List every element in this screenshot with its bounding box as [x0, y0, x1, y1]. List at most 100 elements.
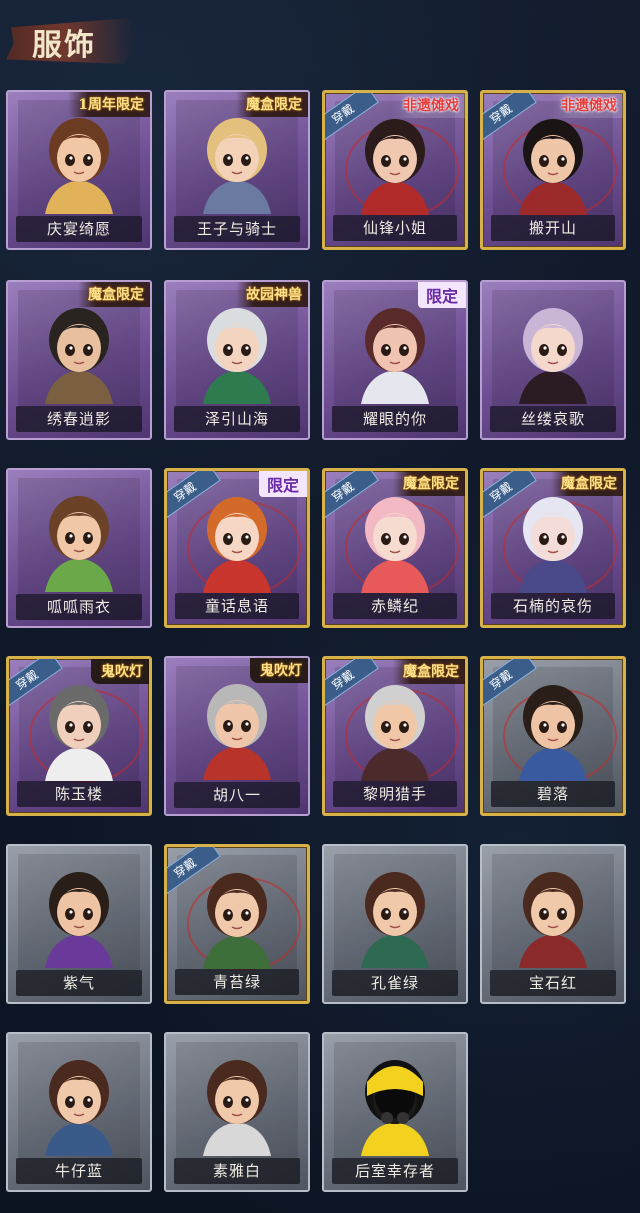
- eye-right: [557, 908, 567, 920]
- outfit-card[interactable]: 后室幸存者: [322, 1032, 468, 1192]
- outfit-card[interactable]: 穿戴 青苔绿: [164, 844, 310, 1004]
- eye-highlight-right: [561, 157, 565, 161]
- outfit-body-shape: [361, 747, 429, 781]
- eye-highlight-right: [403, 723, 407, 727]
- mask-filter-left: [381, 1112, 393, 1124]
- outfit-card[interactable]: 魔盒限定 穿戴 赤鳞纪: [322, 468, 468, 628]
- outfit-card[interactable]: 限定 耀眼的你: [322, 280, 468, 440]
- outfit-body-shape: [519, 181, 587, 215]
- outfit-body-shape: [45, 370, 113, 404]
- eye-left: [65, 532, 75, 544]
- limited-tag-badge: 限定: [258, 471, 307, 497]
- eye-highlight-left: [543, 910, 547, 914]
- character-portrait: [189, 300, 285, 404]
- outfit-card[interactable]: 故园神兽 泽引山海: [164, 280, 310, 440]
- outfit-name-label: 丝缕哀歌: [490, 406, 616, 432]
- outfit-card[interactable]: 魔盒限定 王子与骑士: [164, 90, 310, 250]
- eye-left: [65, 344, 75, 356]
- face-shape: [373, 324, 417, 372]
- outfit-body-shape: [45, 558, 113, 592]
- outfit-card[interactable]: 非遗傩戏 穿戴 搬开山: [480, 90, 626, 250]
- eye-left: [381, 344, 391, 356]
- limited-tag-badge: 魔盒限定: [393, 659, 465, 684]
- outfit-body-shape: [45, 934, 113, 968]
- face-shape: [215, 324, 259, 372]
- face-shape: [215, 889, 259, 937]
- face-shape: [373, 135, 417, 183]
- limited-tag-badge: 魔盒限定: [551, 471, 623, 496]
- eye-right: [241, 154, 251, 166]
- mask-filter-right: [397, 1112, 409, 1124]
- outfit-card[interactable]: 丝缕哀歌: [480, 280, 626, 440]
- outfit-card[interactable]: 魔盒限定 穿戴 黎明猎手: [322, 656, 468, 816]
- outfit-card[interactable]: 非遗傩戏 穿戴 仙锋小姐: [322, 90, 468, 250]
- outfit-card[interactable]: 孔雀绿: [322, 844, 468, 1004]
- face-shape: [531, 324, 575, 372]
- outfit-name-label: 呱呱雨衣: [16, 594, 142, 620]
- outfit-name-label: 紫气: [16, 970, 142, 996]
- outfit-card[interactable]: 紫气: [6, 844, 152, 1004]
- outfit-name-label: 宝石红: [490, 970, 616, 996]
- outfit-card[interactable]: 1周年限定 庆宴绮愿: [6, 90, 152, 250]
- limited-tag-badge: 非遗傩戏: [393, 93, 465, 118]
- face-shape: [373, 888, 417, 936]
- eye-right: [557, 721, 567, 733]
- character-portrait: [347, 489, 443, 593]
- outfit-card[interactable]: 穿戴 碧落: [480, 656, 626, 816]
- outfit-card[interactable]: 鬼吹灯 穿戴 陈玉楼: [6, 656, 152, 816]
- eye-highlight-right: [87, 1098, 91, 1102]
- outfit-body-shape: [203, 370, 271, 404]
- eye-highlight-right: [245, 911, 249, 915]
- character-portrait: [31, 300, 127, 404]
- eye-highlight-right: [403, 157, 407, 161]
- eye-highlight-right: [87, 346, 91, 350]
- eye-right: [241, 1096, 251, 1108]
- eye-left: [539, 155, 549, 167]
- outfit-body-shape: [361, 934, 429, 968]
- eye-right: [557, 533, 567, 545]
- outfit-name-label: 胡八一: [174, 782, 300, 808]
- outfit-card[interactable]: 素雅白: [164, 1032, 310, 1192]
- character-portrait: [31, 864, 127, 968]
- eye-right: [83, 908, 93, 920]
- eye-right: [83, 154, 93, 166]
- eye-highlight-right: [245, 535, 249, 539]
- eye-left: [539, 721, 549, 733]
- eye-right: [399, 344, 409, 356]
- eye-highlight-right: [403, 346, 407, 350]
- outfit-body-shape: [203, 935, 271, 969]
- outfit-name-label: 后室幸存者: [332, 1158, 458, 1184]
- eye-right: [241, 909, 251, 921]
- character-portrait: [347, 111, 443, 215]
- outfit-body-shape: [519, 747, 587, 781]
- eye-highlight-left: [69, 1098, 73, 1102]
- outfit-body-shape: [45, 180, 113, 214]
- face-shape: [215, 134, 259, 182]
- limited-tag-badge: 鬼吹灯: [91, 659, 149, 684]
- character-portrait: [505, 864, 601, 968]
- face-shape: [531, 701, 575, 749]
- eye-left: [223, 344, 233, 356]
- outfit-body-shape: [203, 559, 271, 593]
- outfit-card[interactable]: 呱呱雨衣: [6, 468, 152, 628]
- outfit-card[interactable]: 限定 穿戴 童话息语: [164, 468, 310, 628]
- face-shape: [57, 701, 101, 749]
- outfit-card[interactable]: 魔盒限定 穿戴 石楠的哀伤: [480, 468, 626, 628]
- header: 服饰: [0, 0, 640, 80]
- outfit-card[interactable]: 鬼吹灯 胡八一: [164, 656, 310, 816]
- eye-highlight-right: [245, 156, 249, 160]
- outfit-card[interactable]: 牛仔蓝: [6, 1032, 152, 1192]
- eye-highlight-left: [543, 535, 547, 539]
- character-portrait: [347, 1052, 443, 1156]
- eye-highlight-right: [561, 910, 565, 914]
- outfit-card[interactable]: 宝石红: [480, 844, 626, 1004]
- eye-highlight-left: [543, 346, 547, 350]
- eye-highlight-left: [69, 534, 73, 538]
- character-portrait: [505, 111, 601, 215]
- eye-left: [539, 533, 549, 545]
- eye-left: [65, 154, 75, 166]
- character-portrait: [347, 677, 443, 781]
- outfit-card[interactable]: 魔盒限定 绣春逍影: [6, 280, 152, 440]
- face-shape: [215, 513, 259, 561]
- limited-tag-badge: 魔盒限定: [393, 471, 465, 496]
